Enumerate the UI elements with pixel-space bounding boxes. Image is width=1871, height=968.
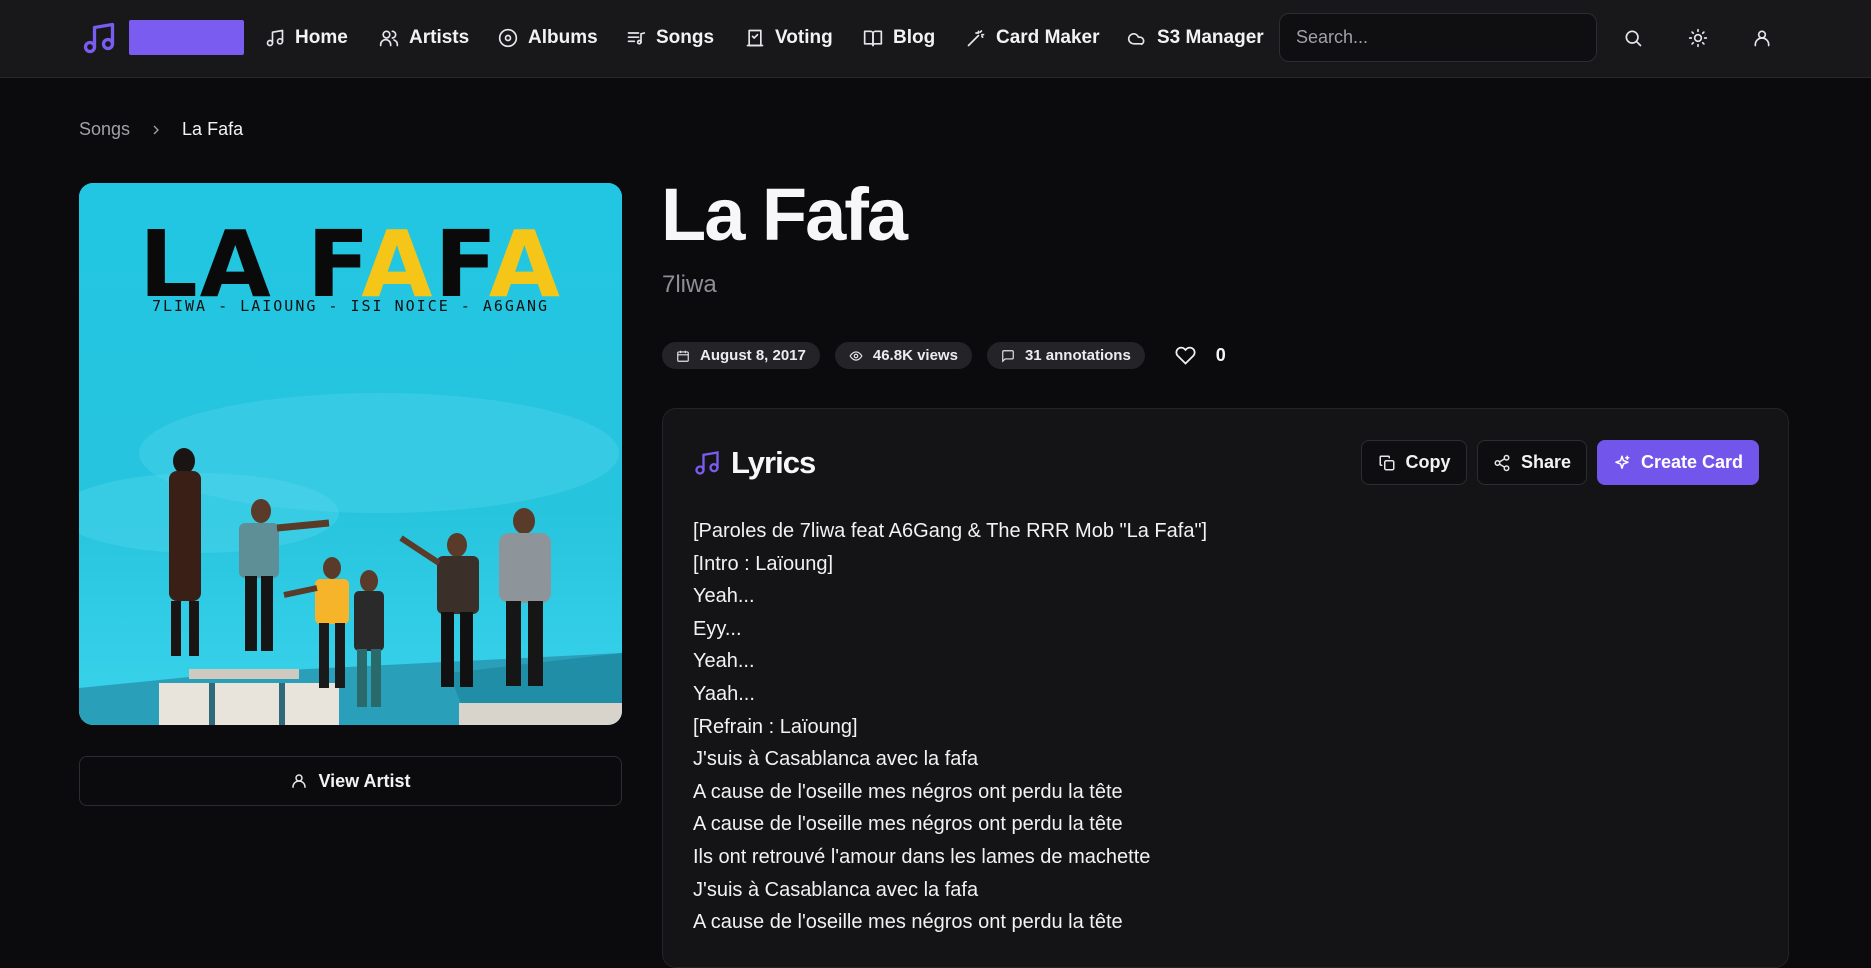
cloud-icon: [1127, 33, 1145, 46]
share-label: Share: [1520, 452, 1572, 472]
views-badge: 46.8K views: [834, 342, 972, 369]
lyric-line: A cause de l'oseille mes négros ont perd…: [693, 780, 1123, 803]
disc-icon: [498, 28, 518, 48]
sparkles-icon: [1615, 455, 1630, 469]
create-card-button[interactable]: Create Card: [1597, 440, 1759, 485]
annotations-badge: 31 annotations: [986, 342, 1145, 369]
nav-item-home[interactable]: Home: [265, 25, 348, 51]
music-note-icon: [695, 451, 719, 475]
nav-label: Home: [295, 27, 348, 48]
song-artist-link[interactable]: 7liwa: [662, 271, 717, 299]
breadcrumb-songs-link[interactable]: Songs: [79, 119, 130, 140]
heart-icon: [1175, 346, 1196, 365]
music-note-icon: [266, 29, 284, 47]
release-date-badge: August 8, 2017: [662, 342, 820, 369]
lyrics-title: Lyrics: [731, 445, 816, 480]
nav-label: Card Maker: [996, 27, 1100, 48]
lyric-line: [Paroles de 7liwa feat A6Gang & The RRR …: [693, 520, 1208, 542]
nav-item-card-maker[interactable]: Card Maker: [966, 25, 1100, 51]
lyric-line: J'suis à Casablanca avec la fafa: [693, 748, 979, 771]
like-button[interactable]: 0: [1175, 345, 1226, 366]
lyric-line: J'suis à Casablanca avec la fafa: [693, 878, 979, 901]
lyric-line: Yeah...: [693, 585, 755, 608]
lyric-line: [Refrain : Laïoung]: [693, 715, 858, 738]
view-artist-button[interactable]: View Artist: [79, 756, 622, 806]
nav-label: S3 Manager: [1157, 27, 1264, 48]
lyric-line: A cause de l'oseille mes négros ont perd…: [693, 911, 1123, 934]
nav-item-blog[interactable]: Blog: [863, 25, 935, 51]
lyrics-text: [Paroles de 7liwa feat A6Gang & The RRR …: [693, 515, 1753, 939]
theme-toggle-button[interactable]: [1682, 22, 1714, 54]
share-button[interactable]: Share: [1477, 440, 1587, 485]
eye-icon: [849, 350, 863, 361]
lyric-line: Yaah...: [693, 682, 755, 705]
book-icon: [863, 30, 883, 47]
comment-icon: [1002, 349, 1014, 363]
view-artist-label: View Artist: [318, 770, 411, 791]
lyrics-header: Lyrics: [693, 445, 816, 481]
lyric-line: Ils ont retrouvé l'amour dans les lames …: [693, 845, 1151, 868]
views-text: 46.8K views: [872, 347, 958, 364]
nav-item-songs[interactable]: Songs: [626, 25, 714, 51]
search-button[interactable]: [1617, 22, 1649, 54]
song-title: La Fafa: [661, 173, 908, 256]
music-logo-icon[interactable]: [80, 20, 118, 56]
share-icon: [1494, 454, 1510, 471]
users-icon: [379, 30, 399, 47]
chevron-right-icon: [153, 125, 159, 134]
wand-icon: [967, 30, 985, 47]
list-music-icon: [627, 32, 646, 45]
nav-label: Albums: [528, 27, 598, 48]
search-input[interactable]: [1279, 13, 1597, 62]
release-date-text: August 8, 2017: [700, 347, 806, 364]
cover-subtitle-text: 7LIWA - LAIOUNG - ISI NOICE - A6GANG: [151, 297, 550, 315]
brand-logo[interactable]: [129, 20, 244, 55]
lyric-line: [Intro : Laïoung]: [693, 552, 834, 575]
lyric-line: Yeah...: [693, 650, 755, 673]
user-icon: [1754, 30, 1770, 47]
song-meta-row: August 8, 2017 46.8K views 31 annotation…: [662, 342, 1226, 369]
vote-icon: [746, 29, 764, 47]
user-icon: [292, 774, 307, 788]
nav-item-artists[interactable]: Artists: [379, 25, 469, 51]
nav-label: Blog: [893, 27, 936, 48]
sun-icon: [1688, 28, 1708, 48]
nav-label: Songs: [656, 27, 715, 48]
copy-button[interactable]: Copy: [1361, 440, 1467, 485]
lyric-line: Eyy...: [693, 617, 742, 640]
like-count: 0: [1215, 345, 1226, 365]
lyrics-card: Lyrics Copy Share Create Card [Paroles d…: [662, 408, 1789, 968]
nav-label: Voting: [775, 27, 833, 48]
top-navigation-bar: Home Artists Albums Songs Voting Blog Ca…: [0, 0, 1871, 78]
search-icon: [1625, 30, 1642, 47]
lyric-line: A cause de l'oseille mes négros ont perd…: [693, 813, 1123, 836]
nav-label: Artists: [409, 27, 470, 48]
breadcrumb-current: La Fafa: [182, 119, 244, 139]
user-account-button[interactable]: [1746, 22, 1778, 54]
create-card-label: Create Card: [1640, 452, 1744, 472]
breadcrumb: Songs La Fafa: [79, 119, 243, 140]
copy-icon: [1379, 455, 1394, 470]
copy-label: Copy: [1405, 452, 1451, 472]
annotations-text: 31 annotations: [1024, 347, 1131, 364]
calendar-icon: [677, 350, 689, 362]
nav-item-albums[interactable]: Albums: [498, 25, 598, 51]
album-cover-image: LA FAFA 7LIWA - LAIOUNG - ISI NOICE - A6…: [79, 183, 622, 725]
nav-item-s3-manager[interactable]: S3 Manager: [1127, 25, 1264, 51]
nav-item-voting[interactable]: Voting: [745, 25, 833, 51]
